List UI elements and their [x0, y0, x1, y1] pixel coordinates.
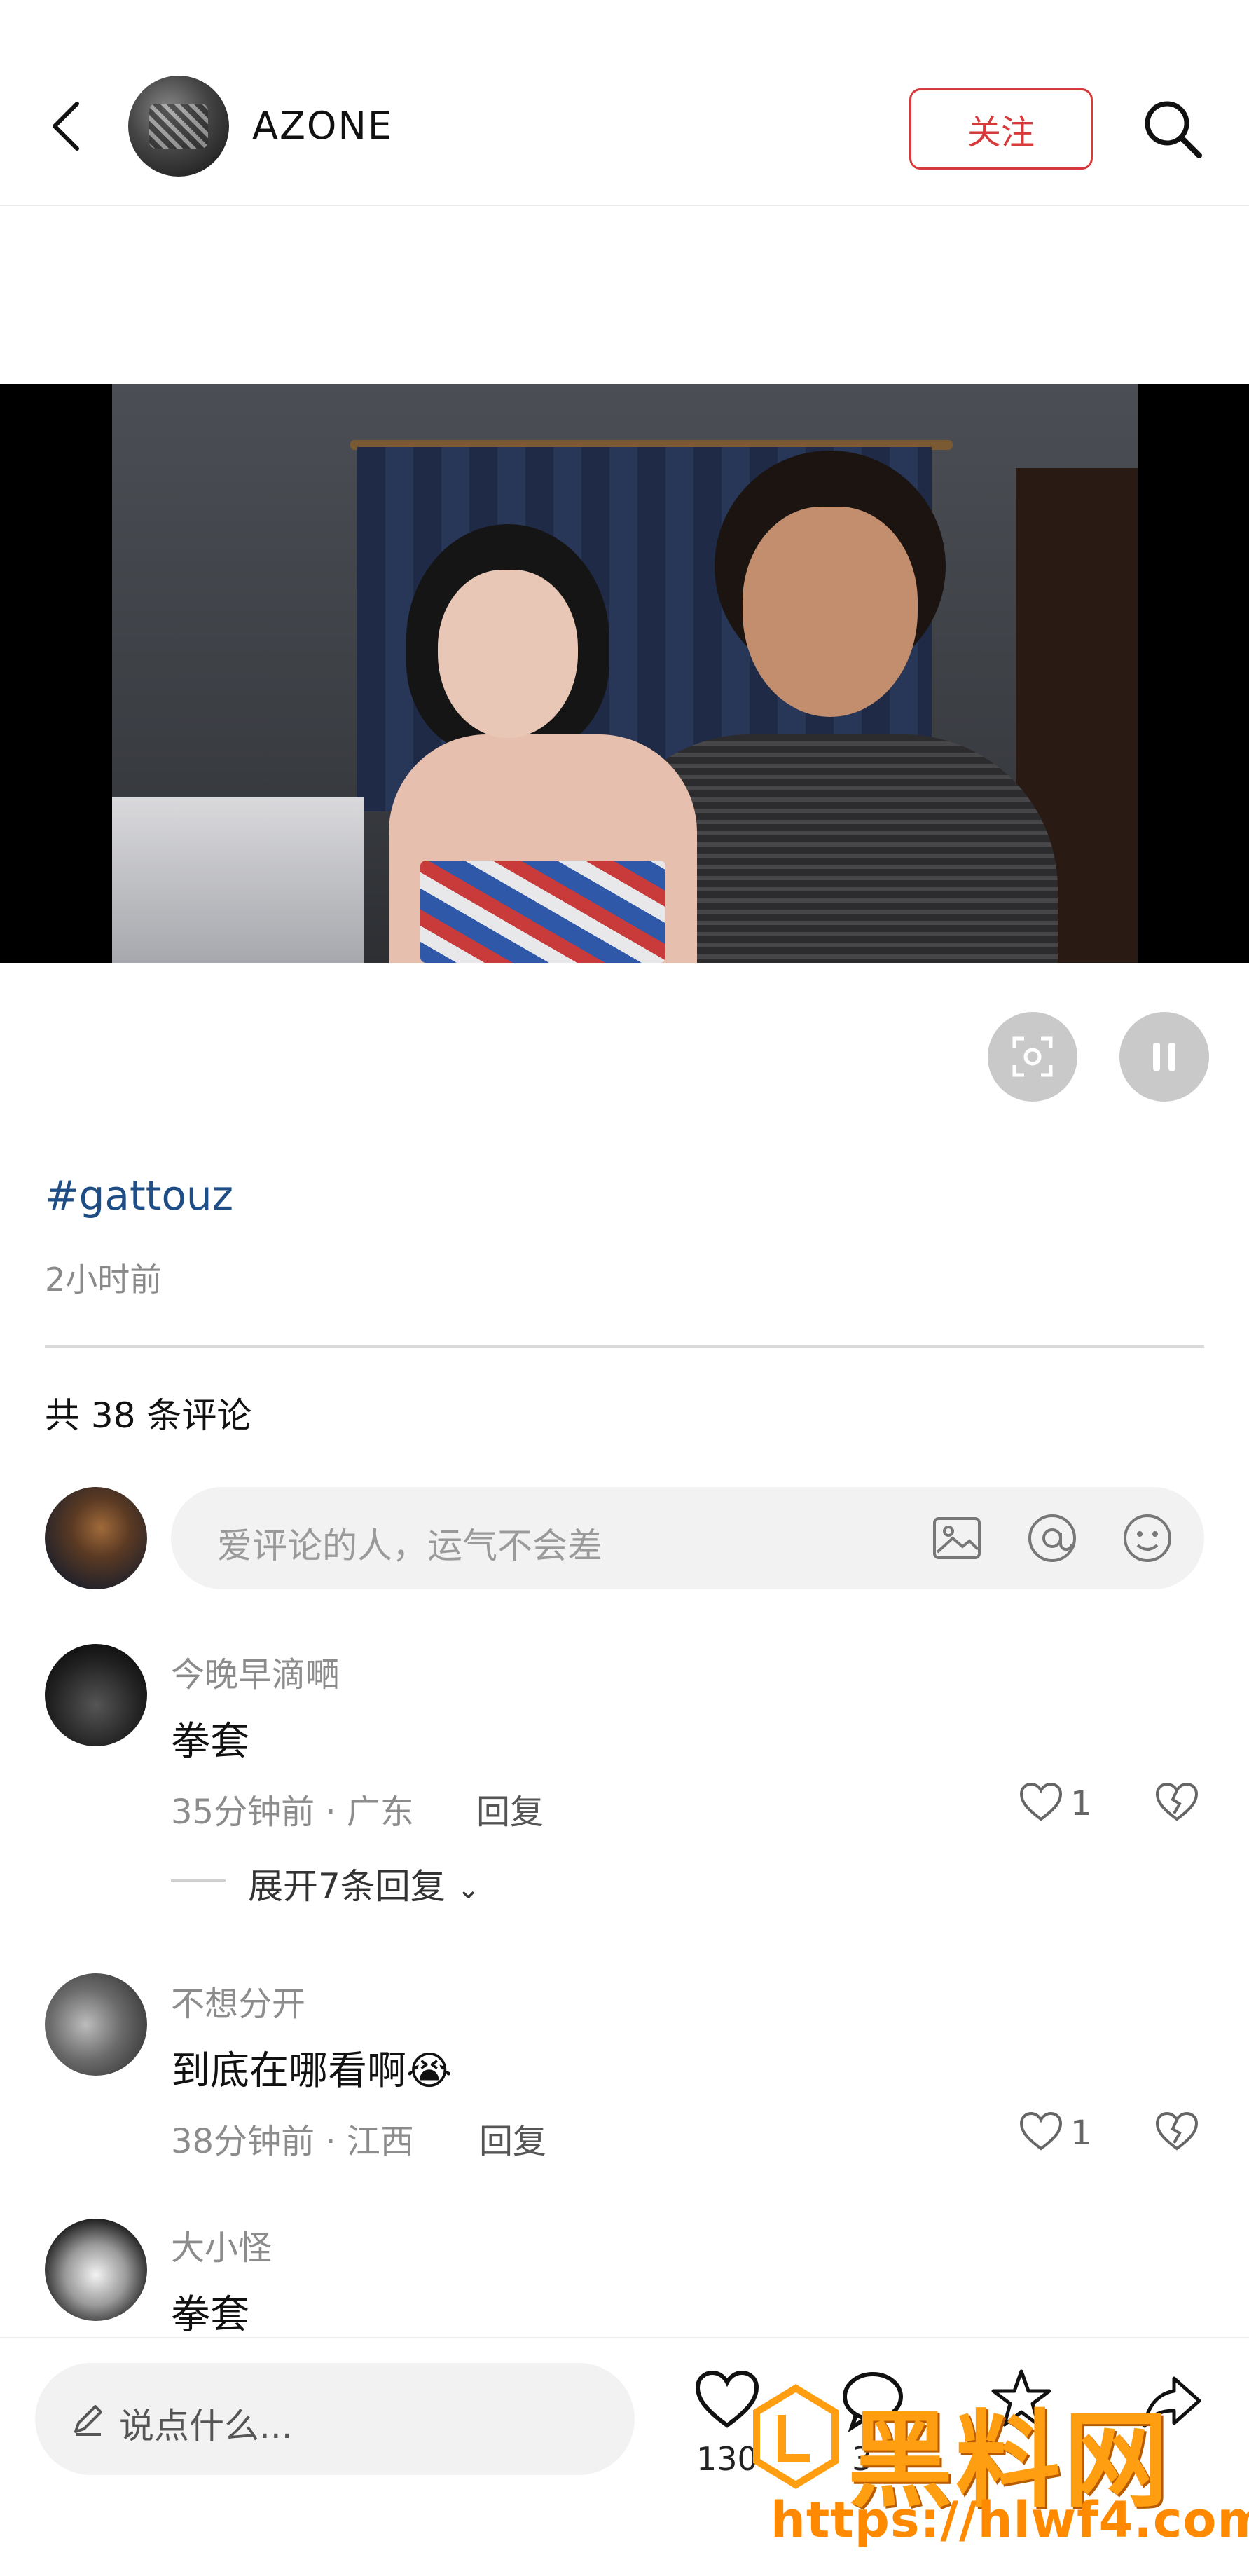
post-time: 2小时前 [45, 1261, 163, 1299]
like-post-count: 130 [696, 2440, 758, 2478]
expand-replies-label: 展开7条回复 [248, 1866, 446, 1907]
like-count: 1 [1070, 1784, 1092, 1823]
follow-button[interactable]: 关注 [909, 88, 1093, 170]
divider [45, 1345, 1204, 1348]
my-avatar [45, 1487, 147, 1589]
expand-replies-button[interactable]: 展开7条回复 ⌄ [248, 1858, 480, 1909]
chevron-down-icon: ⌄ [456, 1873, 481, 1905]
author-name[interactable]: AZONE [252, 104, 393, 148]
comment-username[interactable]: 今晚早滴嗮 [171, 1647, 339, 1696]
expand-line [171, 1879, 226, 1882]
comment-username[interactable]: 大小怪 [171, 2220, 272, 2269]
search-icon[interactable] [1139, 95, 1206, 163]
girl-top [420, 861, 665, 963]
watermark-url: https://hlwf4.com [771, 2491, 1249, 2549]
emoji-icon[interactable] [1118, 1509, 1177, 1568]
bed [112, 797, 364, 963]
comment-text: 拳套 [171, 2292, 249, 2338]
like-count: 1 [1070, 2113, 1092, 2153]
comment-meta: 35分钟前 · 广东 [171, 1793, 414, 1832]
man-face [743, 507, 918, 717]
image-icon[interactable] [927, 1509, 986, 1568]
scan-screenshot-button[interactable] [988, 1012, 1077, 1102]
reply-button[interactable]: 回复 [479, 2113, 546, 2163]
scan-icon [1012, 1036, 1053, 1077]
comment-input-placeholder: 爱评论的人，运气不会差 [217, 1526, 602, 1566]
video-player[interactable] [0, 384, 1249, 963]
dislike-broken-heart-icon[interactable] [1154, 2111, 1199, 2153]
pause-icon [1153, 1043, 1175, 1071]
pause-button[interactable] [1119, 1012, 1209, 1102]
video-frame [112, 384, 1138, 963]
post-hashtag[interactable]: #gattouz [45, 1172, 233, 1219]
like-heart-icon[interactable] [1019, 2111, 1063, 2153]
comment-meta: 38分钟前 · 江西 [171, 2122, 414, 2161]
like-heart-icon[interactable] [1019, 1781, 1063, 1823]
comment-text: 到底在哪看啊😭 [171, 2048, 453, 2094]
reply-button[interactable]: 回复 [476, 1784, 544, 1833]
comment-avatar[interactable] [45, 1973, 147, 2076]
comment-avatar[interactable] [45, 1644, 147, 1746]
back-arrow-icon[interactable] [42, 98, 98, 154]
comment-username[interactable]: 不想分开 [171, 1976, 305, 2025]
watermark-logo [753, 2384, 839, 2489]
comment-text: 拳套 [171, 1719, 249, 1765]
mention-icon[interactable] [1023, 1509, 1082, 1568]
comment-count: 共 38 条评论 [45, 1395, 252, 1436]
girl-face [438, 570, 578, 738]
pencil-icon [74, 2405, 102, 2436]
author-avatar[interactable] [128, 76, 229, 177]
comment-avatar[interactable] [45, 2219, 147, 2321]
say-something-placeholder: 说点什么... [119, 2406, 293, 2446]
dislike-broken-heart-icon[interactable] [1154, 1781, 1199, 1823]
